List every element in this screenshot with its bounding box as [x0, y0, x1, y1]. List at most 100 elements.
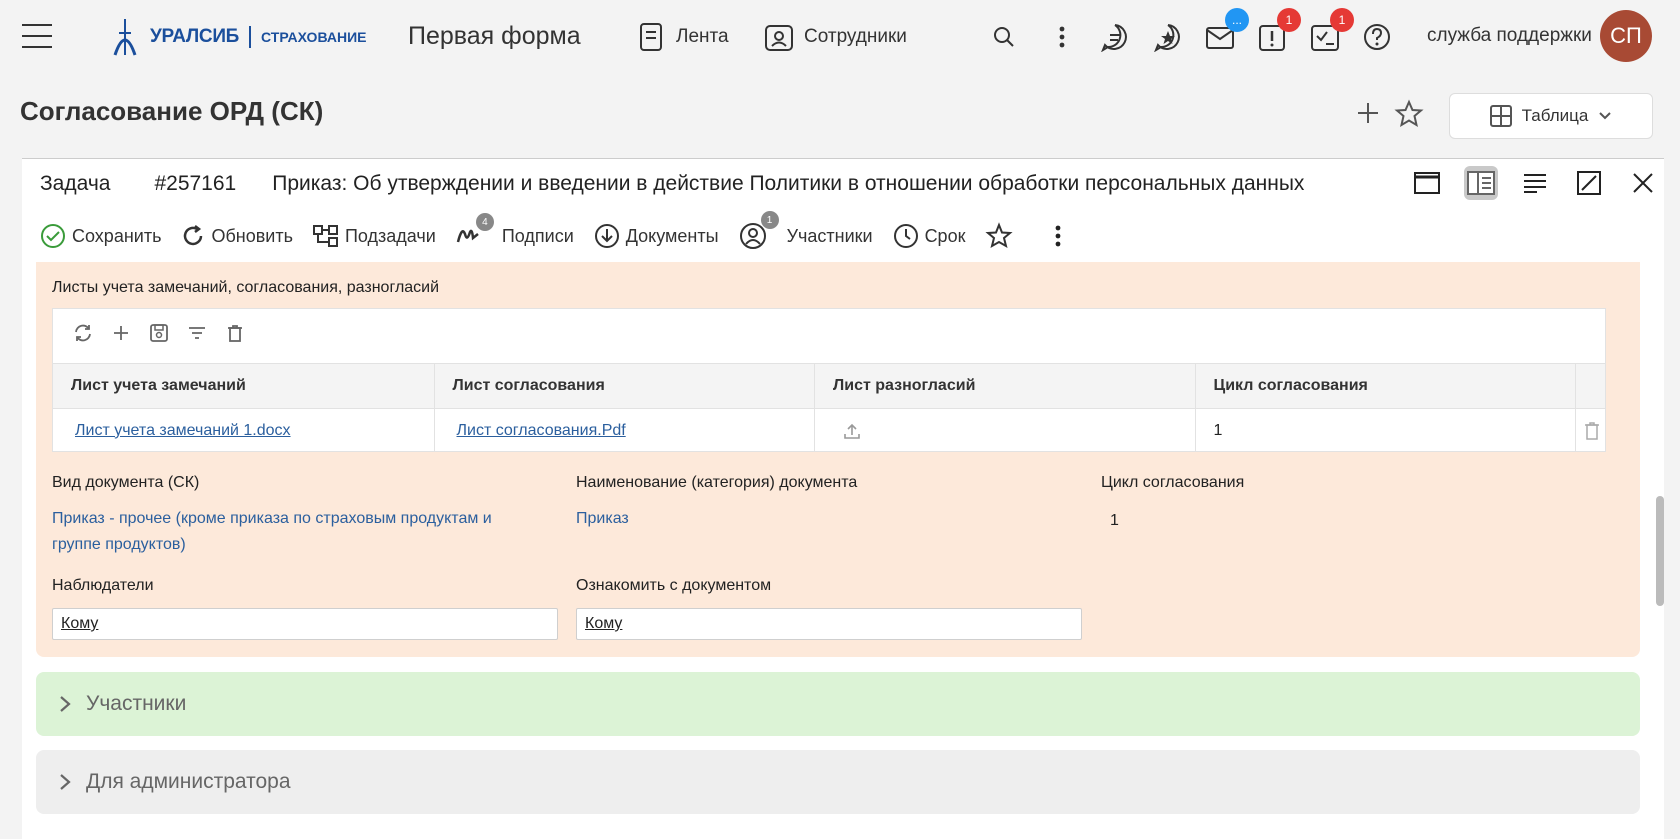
- doc-name-value[interactable]: Приказ: [576, 506, 629, 532]
- signatures-button[interactable]: 4 Подписи: [456, 213, 574, 248]
- favorites-chat-button[interactable]: [1151, 20, 1185, 54]
- participants-label: Участники: [786, 225, 873, 246]
- logo[interactable]: УРАЛСИБ СТРАХОВАНИЕ: [110, 12, 366, 62]
- observers-input[interactable]: Кому: [52, 608, 558, 640]
- help-button[interactable]: [1360, 20, 1394, 54]
- observers-label: Наблюдатели: [52, 577, 154, 594]
- check-circle-icon: [41, 224, 65, 248]
- tasks-button[interactable]: 1: [1255, 8, 1301, 54]
- top-navbar: УРАЛСИБ СТРАХОВАНИЕ Первая форма Лента С…: [0, 0, 1680, 74]
- close-icon: [1633, 173, 1653, 193]
- menu-icon[interactable]: [22, 24, 52, 48]
- support-link[interactable]: служба поддержки: [1427, 25, 1592, 47]
- remarks-cell: Лист учета замечаний 1.docx: [53, 409, 435, 452]
- scrollbar[interactable]: [1656, 496, 1664, 606]
- save-icon[interactable]: [149, 323, 169, 343]
- participants-section-title: Участники: [86, 692, 187, 715]
- fullpage-button[interactable]: [1410, 166, 1444, 200]
- app-title: Первая форма: [408, 22, 581, 50]
- upload-icon[interactable]: [843, 422, 861, 440]
- sheets-table: Лист учета замечаний Лист согласования Л…: [52, 308, 1606, 452]
- chat-icon: [1101, 24, 1127, 52]
- nav-feed[interactable]: Лента: [638, 22, 729, 52]
- text-view-button[interactable]: [1518, 166, 1552, 200]
- acquaint-input[interactable]: Кому: [576, 608, 1082, 640]
- task-more-button[interactable]: [1055, 225, 1061, 247]
- subtasks-icon: [312, 225, 338, 247]
- delete-row-icon[interactable]: [1584, 421, 1600, 440]
- approval-cell: Лист согласования.Pdf: [435, 409, 815, 452]
- nav-employees[interactable]: Сотрудники: [764, 22, 907, 52]
- chevron-down-icon: [1599, 112, 1612, 120]
- trash-icon[interactable]: [225, 323, 245, 343]
- more-menu-button[interactable]: [1045, 20, 1079, 54]
- add-icon[interactable]: [1355, 100, 1381, 126]
- split-view-button[interactable]: [1464, 166, 1498, 200]
- close-button[interactable]: [1626, 166, 1660, 200]
- chevron-right-icon: [60, 774, 71, 790]
- kebab-icon: [1059, 26, 1065, 48]
- split-view-icon: [1467, 171, 1495, 195]
- favorite-star-icon[interactable]: [1394, 99, 1424, 129]
- cycle-cell[interactable]: 1: [1196, 409, 1576, 452]
- add-row-icon[interactable]: [111, 323, 131, 343]
- sheets-title: Листы учета замечаний, согласования, раз…: [52, 279, 440, 296]
- avatar[interactable]: СП: [1600, 10, 1652, 62]
- remarks-file-link[interactable]: Лист учета замечаний 1.docx: [75, 422, 291, 440]
- tasks-badge: 1: [1277, 8, 1301, 32]
- window-controls: [1410, 166, 1660, 200]
- admin-section-title: Для администратора: [86, 770, 291, 793]
- cycle-cell-value: 1: [1213, 421, 1223, 439]
- save-button[interactable]: Сохранить: [40, 223, 161, 249]
- search-icon: [994, 27, 1014, 47]
- doc-name-label: Наименование (категория) документа: [576, 474, 858, 491]
- refresh-icon: [184, 225, 203, 246]
- cycle-label: Цикл согласования: [1101, 474, 1245, 491]
- participants-section-toggle[interactable]: Участники: [36, 672, 1640, 736]
- approvals-button[interactable]: 1: [1308, 8, 1354, 54]
- admin-section-toggle[interactable]: Для администратора: [36, 750, 1640, 814]
- col-header-actions: [1576, 364, 1605, 408]
- feed-icon: [640, 23, 662, 51]
- signatures-count-badge: 4: [475, 213, 494, 231]
- participants-count-badge: 1: [760, 211, 779, 229]
- task-kind: Задача: [40, 172, 111, 195]
- signatures-label: Подписи: [501, 225, 574, 246]
- doc-type-value[interactable]: Приказ - прочее (кроме приказа по страхо…: [52, 506, 532, 558]
- subtasks-label: Подзадачи: [344, 225, 436, 246]
- favorite-task-button[interactable]: [985, 222, 1014, 250]
- nav-feed-label: Лента: [676, 26, 729, 47]
- col-header-approval[interactable]: Лист согласования: [435, 364, 815, 408]
- participants-button[interactable]: 1 Участники: [739, 211, 873, 250]
- view-switch-button[interactable]: Таблица: [1449, 93, 1653, 139]
- user-circle-icon: [739, 223, 766, 249]
- messages-button[interactable]: ...: [1203, 8, 1249, 54]
- task-toolbar: Сохранить Обновить Подзадачи 4 Подписи Д…: [40, 211, 1081, 252]
- chevron-right-icon: [60, 696, 71, 712]
- table-row: Лист учета замечаний 1.docx Лист согласо…: [53, 409, 1605, 452]
- deadline-button[interactable]: Срок: [893, 223, 966, 249]
- task-number: #257161: [154, 172, 237, 195]
- documents-button[interactable]: Документы: [594, 223, 719, 249]
- search-button[interactable]: [987, 20, 1021, 54]
- refresh-button[interactable]: Обновить: [181, 224, 293, 248]
- acquaint-label: Ознакомить с документом: [576, 577, 772, 594]
- messages-badge: ...: [1225, 8, 1249, 32]
- row-actions-cell: [1576, 409, 1605, 452]
- task-header: Задача #257161 Приказ: Об утверждении и …: [40, 172, 1304, 196]
- col-header-cycle[interactable]: Цикл согласования: [1196, 364, 1576, 408]
- col-header-disagreements[interactable]: Лист разногласий: [815, 364, 1196, 408]
- approval-file-link[interactable]: Лист согласования.Pdf: [457, 422, 626, 440]
- col-header-remarks[interactable]: Лист учета замечаний: [53, 364, 435, 408]
- expand-button[interactable]: [1572, 166, 1606, 200]
- subtasks-button[interactable]: Подзадачи: [312, 224, 436, 248]
- table-toolbar: [73, 323, 245, 343]
- expand-icon: [1577, 171, 1601, 195]
- employees-icon: [765, 25, 793, 51]
- chat-button[interactable]: [1098, 20, 1132, 54]
- doc-type-label: Вид документа (СК): [52, 474, 200, 491]
- logo-separator: [249, 26, 252, 48]
- filter-icon[interactable]: [187, 323, 207, 343]
- deadline-label: Срок: [924, 225, 966, 246]
- sync-icon[interactable]: [73, 323, 93, 343]
